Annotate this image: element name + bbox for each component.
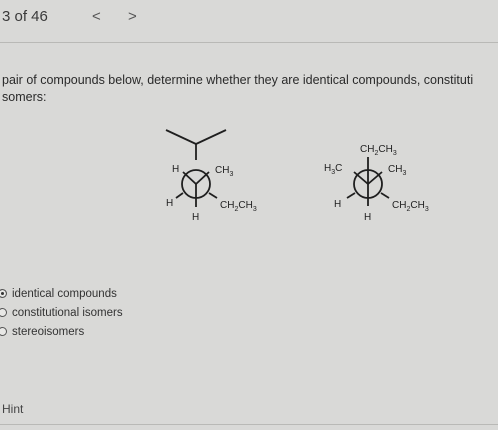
right-back-right-label: CH2CH3 xyxy=(392,200,429,213)
next-question-button[interactable]: > xyxy=(128,8,137,25)
answer-options: identical compounds constitutional isome… xyxy=(0,284,123,341)
option-label: constitutional isomers xyxy=(12,306,123,319)
option-label: identical compounds xyxy=(12,287,117,300)
left-front-left-label: H xyxy=(172,164,179,175)
right-back-left-label: H xyxy=(334,199,341,210)
left-back-right-label: CH2CH3 xyxy=(220,200,257,213)
newman-projection-left: H CH3 H CH2CH3 H xyxy=(165,129,257,223)
right-top-label: CH2CH3 xyxy=(360,144,397,157)
left-bottom-label: H xyxy=(192,212,199,223)
question-line-2: somers: xyxy=(2,90,47,104)
radio-button-selected[interactable] xyxy=(0,289,7,298)
question-text: pair of compounds below, determine wheth… xyxy=(2,72,498,106)
left-front-right-label: CH3 xyxy=(215,165,233,178)
option-identical-compounds[interactable]: identical compounds xyxy=(0,284,123,303)
header-divider xyxy=(0,42,498,43)
left-back-left-label: H xyxy=(166,198,173,209)
right-bottom-label: H xyxy=(364,212,371,223)
option-label: stereoisomers xyxy=(12,325,85,338)
page-counter: 3 of 46 xyxy=(2,8,48,25)
option-constitutional-isomers[interactable]: constitutional isomers xyxy=(0,303,123,322)
radio-button[interactable] xyxy=(0,327,7,336)
top-bar: 3 of 46 < > xyxy=(0,0,498,42)
question-line-1: pair of compounds below, determine wheth… xyxy=(2,73,474,87)
previous-question-button[interactable]: < xyxy=(92,8,101,25)
option-stereoisomers[interactable]: stereoisomers xyxy=(0,322,123,341)
right-front-left-label: H3C xyxy=(324,163,342,176)
hint-button[interactable]: Hint xyxy=(2,402,23,416)
newman-projection-right: CH2CH3 H3C CH3 H CH2CH3 H xyxy=(324,144,429,223)
radio-button[interactable] xyxy=(0,308,7,317)
right-front-right-label: CH3 xyxy=(388,164,406,177)
hint-divider xyxy=(0,424,498,425)
